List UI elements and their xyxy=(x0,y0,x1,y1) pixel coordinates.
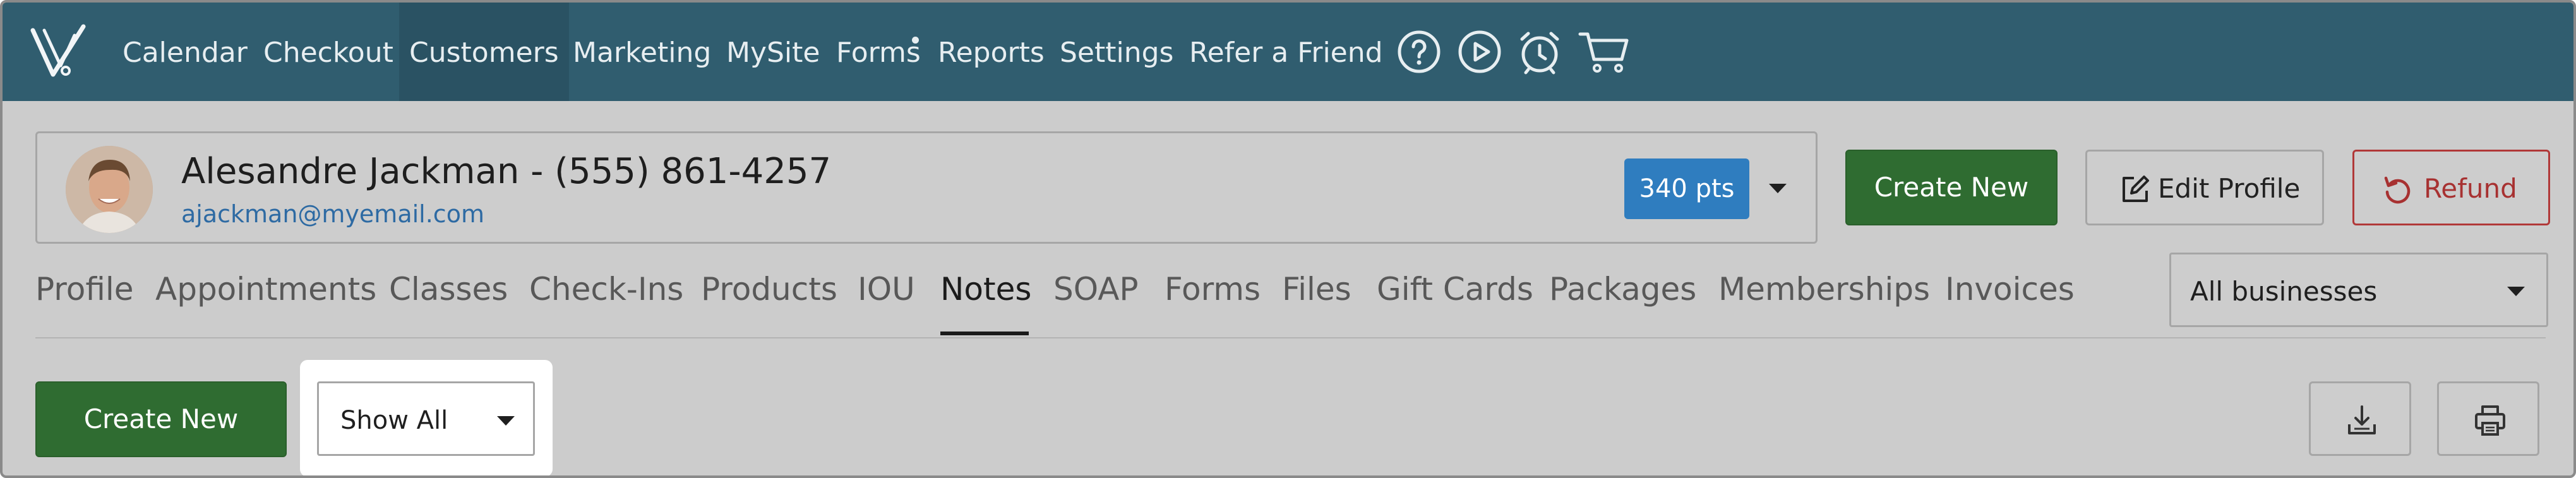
notes-filter-value: Show All xyxy=(340,406,448,435)
nav-settings[interactable]: Settings xyxy=(1060,3,1173,101)
notes-filter-select[interactable]: Show All xyxy=(317,381,535,456)
business-select[interactable]: All businesses xyxy=(2169,253,2548,327)
print-icon xyxy=(2475,405,2505,436)
tab-invoices[interactable]: Invoices xyxy=(1945,271,2075,308)
create-new-button[interactable]: Create New xyxy=(1845,150,2058,225)
chevron-down-icon[interactable] xyxy=(1769,184,1787,193)
nav-calendar[interactable]: Calendar xyxy=(123,3,248,101)
nav-checkout[interactable]: Checkout xyxy=(263,3,393,101)
tab-packages[interactable]: Packages xyxy=(1549,271,1696,308)
create-note-button[interactable]: Create New xyxy=(35,381,287,457)
refund-label: Refund xyxy=(2424,173,2517,204)
edit-icon xyxy=(2123,176,2149,202)
app-window: Calendar Checkout Customers Marketing My… xyxy=(0,0,2576,478)
alarm-clock-icon[interactable] xyxy=(1517,29,1562,75)
active-tab-indicator xyxy=(940,332,1029,335)
nav-forms[interactable]: Forms xyxy=(836,3,921,101)
avatar xyxy=(66,146,153,233)
refund-icon xyxy=(2384,176,2411,204)
edit-profile-button[interactable]: Edit Profile xyxy=(2085,150,2324,225)
tab-iou[interactable]: IOU xyxy=(858,271,915,308)
help-icon[interactable] xyxy=(1396,29,1442,75)
logo-icon[interactable] xyxy=(28,21,88,82)
tab-products[interactable]: Products xyxy=(701,271,837,308)
tab-memberships[interactable]: Memberships xyxy=(1718,271,1930,308)
points-badge[interactable]: 340 pts xyxy=(1624,158,1749,219)
tab-soap[interactable]: SOAP xyxy=(1053,271,1139,308)
tabs-divider xyxy=(35,337,2546,338)
nav-reports[interactable]: Reports xyxy=(938,3,1045,101)
chevron-down-icon xyxy=(497,416,515,426)
tab-check-ins[interactable]: Check-Ins xyxy=(529,271,683,308)
tab-appointments[interactable]: Appointments xyxy=(155,271,376,308)
nav-mysite[interactable]: MySite xyxy=(726,3,820,101)
download-button[interactable] xyxy=(2309,381,2411,456)
nav-marketing[interactable]: Marketing xyxy=(573,3,711,101)
play-icon[interactable] xyxy=(1457,29,1502,75)
chevron-down-icon xyxy=(2507,287,2525,296)
edit-profile-label: Edit Profile xyxy=(2158,173,2301,204)
client-name: Alesandre Jackman - (555) 861-4257 xyxy=(181,151,832,192)
tab-gift-cards[interactable]: Gift Cards xyxy=(1377,271,1533,308)
business-select-value: All businesses xyxy=(2190,276,2378,307)
print-button[interactable] xyxy=(2437,381,2539,456)
client-profile-card: Alesandre Jackman - (555) 861-4257 ajack… xyxy=(35,131,1818,244)
download-icon xyxy=(2348,405,2376,434)
tab-notes[interactable]: Notes xyxy=(940,271,1031,308)
refund-button[interactable]: Refund xyxy=(2352,150,2550,225)
top-nav: Calendar Checkout Customers Marketing My… xyxy=(3,3,2573,101)
notification-dot xyxy=(912,37,919,44)
tab-profile[interactable]: Profile xyxy=(35,271,133,308)
client-email-link[interactable]: ajackman@myemail.com xyxy=(181,200,484,228)
tab-forms[interactable]: Forms xyxy=(1165,271,1261,308)
nav-customers[interactable]: Customers xyxy=(399,3,569,101)
tab-classes[interactable]: Classes xyxy=(389,271,508,308)
cart-icon[interactable] xyxy=(1578,29,1631,75)
nav-refer-a-friend[interactable]: Refer a Friend xyxy=(1189,3,1383,101)
tab-files[interactable]: Files xyxy=(1282,271,1351,308)
